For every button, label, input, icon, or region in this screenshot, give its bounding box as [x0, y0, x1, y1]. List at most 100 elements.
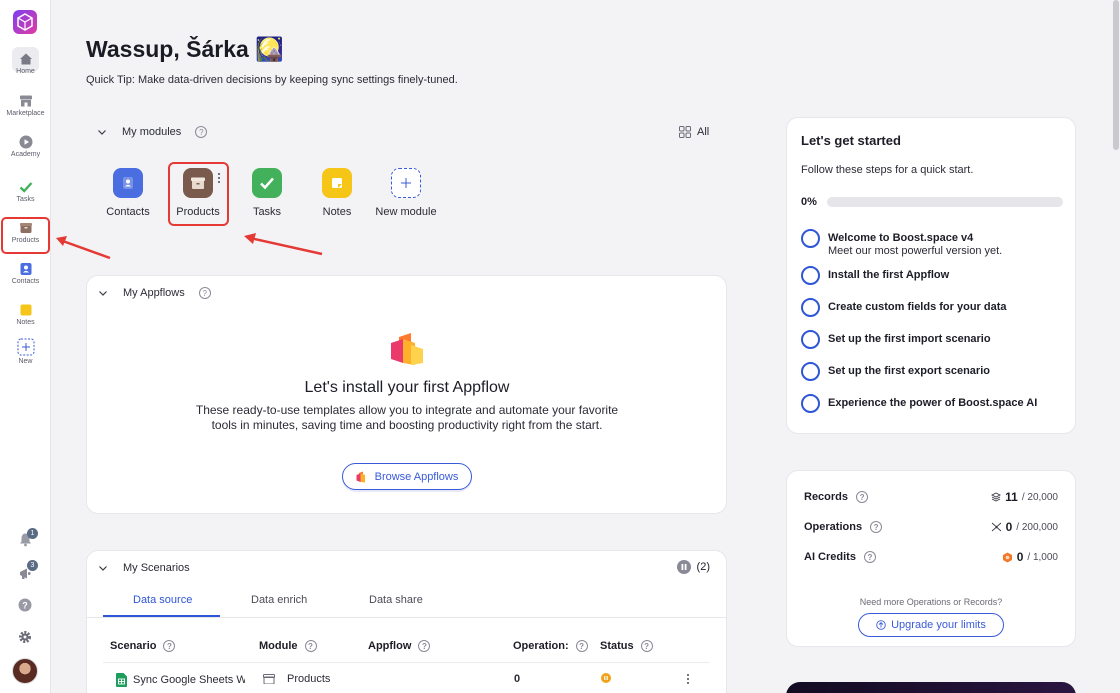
sidebar-item-label: Home — [16, 68, 35, 75]
step-import-scenario[interactable]: Set up the first import scenario — [801, 330, 991, 349]
announcements-button[interactable]: 3 — [18, 560, 38, 586]
row-status[interactable] — [601, 673, 611, 683]
sidebar-item-label: Notes — [16, 319, 35, 326]
modules-all-toggle[interactable]: All — [679, 126, 709, 138]
note-icon — [20, 304, 31, 316]
help-icon[interactable]: ? — [575, 640, 588, 652]
help-icon[interactable]: ? — [418, 640, 431, 652]
help-icon[interactable]: ? — [863, 551, 876, 563]
column-status: Status? — [600, 640, 653, 652]
scenarios-pause-all[interactable]: (2) — [676, 560, 710, 574]
help-icon[interactable]: ? — [163, 640, 176, 652]
sidebar-item-label: New — [18, 358, 33, 365]
records-label: Records? — [804, 491, 869, 503]
tab-data-enrich[interactable]: Data enrich — [251, 594, 307, 606]
sidebar-item-contacts[interactable]: Contacts — [0, 262, 51, 285]
step-boost-ai[interactable]: Experience the power of Boost.space AI — [801, 394, 1037, 413]
module-new[interactable]: New module — [366, 168, 446, 218]
step-circle-icon — [801, 362, 820, 381]
appflow-cube-icon — [391, 333, 423, 365]
scenarios-header: My Scenarios — [98, 562, 190, 574]
chevron-down-icon[interactable] — [98, 563, 108, 573]
step-subtitle: Meet our most powerful version yet. — [828, 245, 1003, 257]
module-tasks[interactable]: Tasks — [232, 168, 302, 218]
help-icon[interactable]: ? — [195, 126, 208, 138]
upgrade-limits-button[interactable]: Upgrade your limits — [858, 613, 1004, 637]
sidebar-item-notes[interactable]: Notes — [0, 303, 51, 326]
help-icon[interactable]: ? — [870, 521, 883, 533]
help-icon[interactable]: ? — [856, 491, 869, 503]
step-export-scenario[interactable]: Set up the first export scenario — [801, 362, 990, 381]
tab-data-share[interactable]: Data share — [369, 594, 423, 606]
column-appflow: Appflow? — [368, 640, 431, 652]
chevron-down-icon[interactable] — [98, 288, 108, 298]
sidebar-item-academy[interactable]: Academy — [0, 135, 51, 158]
sidebar-item-new[interactable]: New — [0, 338, 51, 365]
step-circle-icon — [801, 229, 820, 248]
help-icon[interactable]: ? — [198, 287, 211, 299]
operations-value: 0/ 200,000 — [991, 520, 1058, 534]
promo-card — [786, 682, 1076, 693]
modules-all-label: All — [697, 126, 710, 138]
paused-status-icon — [601, 673, 611, 683]
ai-credit-icon — [1002, 552, 1012, 562]
records-value: 11/ 20,000 — [991, 490, 1058, 504]
step-install-appflow[interactable]: Install the first Appflow — [801, 266, 949, 285]
question-icon: ? — [18, 598, 32, 612]
sidebar-item-label: Marketplace — [6, 110, 45, 117]
modules-header: My modules ? — [97, 126, 208, 138]
step-title: Welcome to Boost.space v4 — [828, 232, 974, 244]
help-icon[interactable]: ? — [304, 640, 317, 652]
chevron-down-icon[interactable] — [97, 127, 107, 137]
annotation-arrow-module — [244, 233, 323, 256]
table-row[interactable]: Sync Google Sheets Wi — [116, 673, 245, 687]
operations-label: Operations? — [804, 521, 883, 533]
module-products[interactable]: Products — [163, 168, 233, 218]
modules-title: My modules — [122, 126, 182, 138]
scrollbar[interactable] — [1113, 0, 1119, 150]
app-logo[interactable] — [13, 10, 37, 34]
help-button[interactable]: ? — [18, 598, 32, 617]
browse-appflows-button[interactable]: Browse Appflows — [342, 463, 472, 490]
contact-card-icon — [113, 168, 143, 198]
page-title: Wassup, Šárka 🎑 — [86, 36, 284, 62]
plus-icon — [391, 168, 421, 198]
settings-button[interactable] — [18, 630, 32, 649]
step-welcome[interactable]: Welcome to Boost.space v4 Meet our most p… — [801, 229, 1002, 258]
need-more-text: Need more Operations or Records? — [859, 597, 1003, 607]
get-started-title: Let's get started — [801, 133, 901, 148]
store-icon — [19, 95, 32, 107]
operations-icon — [991, 522, 1001, 532]
layers-icon — [991, 492, 1002, 502]
tab-data-source[interactable]: Data source — [133, 594, 192, 606]
table-header-divider — [103, 662, 710, 663]
more-options-icon[interactable] — [217, 172, 221, 184]
quick-tip: Quick Tip: Make data-driven decisions by… — [86, 74, 458, 86]
row-more-options-icon[interactable] — [686, 673, 690, 685]
module-contacts[interactable]: Contacts — [93, 168, 163, 218]
upgrade-limits-label: Upgrade your limits — [891, 619, 986, 631]
appflow-heading: Let's install your first Appflow — [304, 379, 510, 396]
sidebar-item-label: Contacts — [11, 278, 40, 285]
progress-bar — [827, 197, 1063, 207]
help-icon[interactable]: ? — [640, 640, 653, 652]
notifications-button[interactable]: 1 — [18, 528, 38, 552]
sidebar-item-marketplace[interactable]: Marketplace — [0, 94, 51, 117]
sidebar-item-tasks[interactable]: Tasks — [0, 180, 51, 203]
plus-icon — [17, 338, 34, 356]
module-notes[interactable]: Notes — [302, 168, 372, 218]
scenarios-title: My Scenarios — [123, 562, 190, 574]
sidebar-item-products[interactable]: Products — [0, 221, 51, 244]
sidebar-item-label: Academy — [10, 151, 41, 158]
row-module-label: Products — [287, 673, 331, 685]
step-title: Install the first Appflow — [828, 269, 950, 281]
module-label: Contacts — [106, 206, 150, 218]
google-sheets-icon — [116, 673, 127, 687]
step-custom-fields[interactable]: Create custom fields for your data — [801, 298, 1007, 317]
box-icon — [19, 223, 32, 233]
sidebar-item-home[interactable]: Home — [0, 52, 51, 75]
notification-count-badge: 1 — [27, 528, 38, 539]
appflows-title: My Appflows — [123, 287, 185, 299]
sidebar: Home Marketplace Academy Tasks Products … — [0, 0, 51, 693]
avatar[interactable] — [12, 658, 38, 684]
